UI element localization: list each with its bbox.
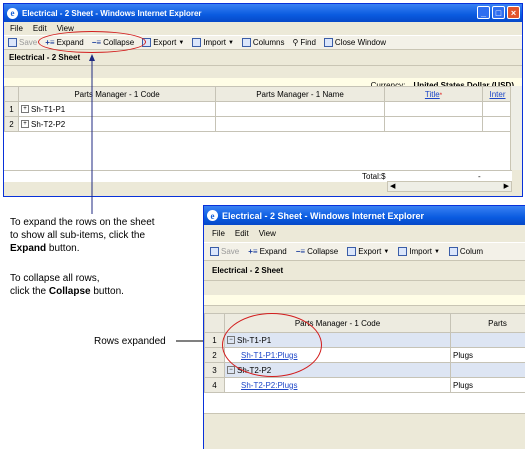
expand-button[interactable]: +≡ Expand <box>248 247 286 256</box>
expand-icon: +≡ <box>248 247 258 256</box>
sheet-toolbar: Save +≡ Expand −≡ Collapse Export ▼ Import ▼… <box>204 242 525 261</box>
menu-file[interactable]: File <box>212 229 225 238</box>
sheet-title: Electrical - 2 Sheet <box>204 261 525 281</box>
save-icon <box>210 247 219 256</box>
parts-cell[interactable] <box>450 362 525 378</box>
currency-bar <box>204 295 525 306</box>
column-header-parts[interactable]: Parts <box>450 313 525 333</box>
save-button[interactable]: Save <box>210 247 239 256</box>
window-title-bar: e Electrical - 2 Sheet - Windows Interne… <box>204 206 525 225</box>
parts-cell[interactable] <box>450 332 525 348</box>
parts-cell[interactable]: Plugs <box>450 347 525 363</box>
table-row-child[interactable]: 4 Sh-T2-P2:Plugs Plugs <box>204 377 525 393</box>
grid-empty-area <box>204 413 525 449</box>
export-button[interactable]: Export ▼ <box>347 247 389 256</box>
dropdown-arrow-icon: ▼ <box>433 248 440 255</box>
menu-view[interactable]: View <box>259 229 276 238</box>
corner-cell <box>204 313 225 333</box>
collapse-icon: −≡ <box>295 247 306 256</box>
callout-arrowhead-expand <box>89 54 95 61</box>
parts-cell[interactable]: Plugs <box>450 377 525 393</box>
menu-bar: File Edit View <box>204 225 525 242</box>
row-number: 4 <box>204 377 225 393</box>
export-icon <box>347 247 357 256</box>
code-cell[interactable]: Sh-T2-P2:Plugs <box>224 377 451 393</box>
menu-edit[interactable]: Edit <box>235 229 249 238</box>
columns-button[interactable]: Colum <box>448 247 483 256</box>
ie-logo-icon: e <box>207 210 218 221</box>
spacer-band <box>204 281 525 295</box>
rows-expanded-highlight <box>222 313 322 377</box>
window-title: Electrical - 2 Sheet - Windows Internet … <box>222 210 424 221</box>
collapse-button[interactable]: −≡ Collapse <box>296 247 338 256</box>
import-button[interactable]: Import ▼ <box>398 247 440 256</box>
columns-icon <box>448 247 458 256</box>
collapse-row-icon[interactable]: − <box>227 366 235 375</box>
row-number: 2 <box>204 347 225 363</box>
import-icon <box>398 247 408 256</box>
dropdown-arrow-icon: ▼ <box>383 248 390 255</box>
row-number: 3 <box>204 362 225 378</box>
